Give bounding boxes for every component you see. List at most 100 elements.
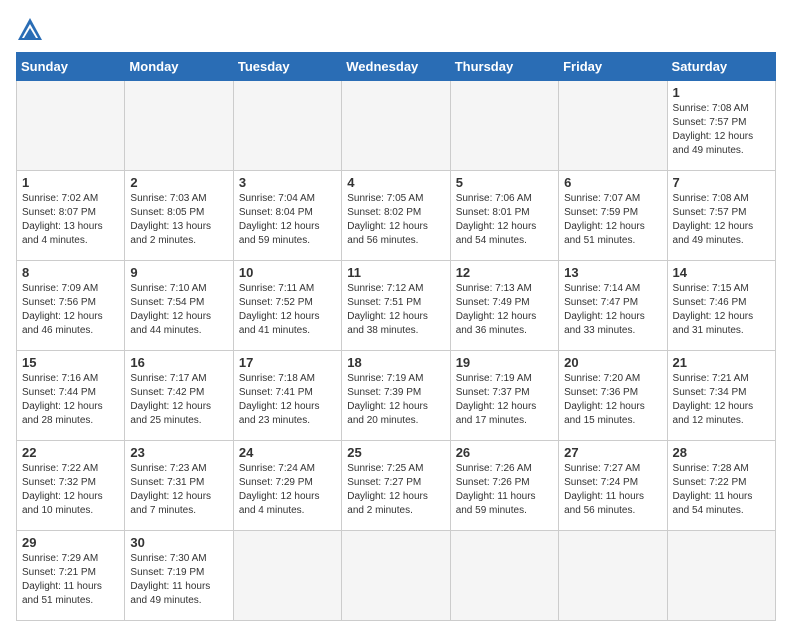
day-number: 5 bbox=[456, 175, 553, 190]
day-number: 27 bbox=[564, 445, 661, 460]
calendar-cell: 5 Sunrise: 7:06 AM Sunset: 8:01 PM Daylig… bbox=[450, 171, 558, 261]
calendar-cell bbox=[559, 81, 667, 171]
day-info: Sunrise: 7:13 AM Sunset: 7:49 PM Dayligh… bbox=[456, 282, 553, 338]
calendar-cell: 17Sunrise: 7:18 AM Sunset: 7:41 PM Dayli… bbox=[233, 351, 341, 441]
day-number: 14 bbox=[673, 265, 770, 280]
day-number: 12 bbox=[456, 265, 553, 280]
page-header bbox=[16, 16, 776, 44]
day-number: 7 bbox=[673, 175, 770, 190]
logo bbox=[16, 16, 48, 44]
calendar-cell: 25 Sunrise: 7:25 AM Sunset: 7:27 PM Dayli… bbox=[342, 441, 450, 531]
calendar-cell: 6 Sunrise: 7:07 AM Sunset: 7:59 PM Daylig… bbox=[559, 171, 667, 261]
calendar-cell: 11Sunrise: 7:12 AM Sunset: 7:51 PM Dayli… bbox=[342, 261, 450, 351]
day-info: Sunrise: 7:25 AM Sunset: 7:27 PM Dayligh… bbox=[347, 462, 444, 518]
day-info: Sunrise: 7:16 AM Sunset: 7:44 PM Dayligh… bbox=[22, 372, 119, 428]
day-info: Sunrise: 7:10 AM Sunset: 7:54 PM Dayligh… bbox=[130, 282, 227, 338]
calendar-week-row: 15 Sunrise: 7:16 AM Sunset: 7:44 PM Dayli… bbox=[17, 351, 776, 441]
column-header-wednesday: Wednesday bbox=[342, 53, 450, 81]
column-header-tuesday: Tuesday bbox=[233, 53, 341, 81]
day-info: Sunrise: 7:19 AM Sunset: 7:39 PM Dayligh… bbox=[347, 372, 444, 428]
calendar-cell: 10Sunrise: 7:11 AM Sunset: 7:52 PM Dayli… bbox=[233, 261, 341, 351]
calendar-cell bbox=[342, 81, 450, 171]
day-info: Sunrise: 7:08 AM Sunset: 7:57 PM Dayligh… bbox=[673, 102, 770, 158]
calendar-cell: 22 Sunrise: 7:22 AM Sunset: 7:32 PM Dayli… bbox=[17, 441, 125, 531]
calendar-cell: 8 Sunrise: 7:09 AM Sunset: 7:56 PM Daylig… bbox=[17, 261, 125, 351]
column-header-monday: Monday bbox=[125, 53, 233, 81]
day-number: 25 bbox=[347, 445, 444, 460]
day-info: Sunrise: 7:09 AM Sunset: 7:56 PM Dayligh… bbox=[22, 282, 119, 338]
day-info: Sunrise: 7:14 AM Sunset: 7:47 PM Dayligh… bbox=[564, 282, 661, 338]
day-number: 3 bbox=[239, 175, 336, 190]
calendar-cell: 26 Sunrise: 7:26 AM Sunset: 7:26 PM Dayli… bbox=[450, 441, 558, 531]
calendar-header-row: SundayMondayTuesdayWednesdayThursdayFrid… bbox=[17, 53, 776, 81]
day-info: Sunrise: 7:08 AM Sunset: 7:57 PM Dayligh… bbox=[673, 192, 770, 248]
day-info: Sunrise: 7:17 AM Sunset: 7:42 PM Dayligh… bbox=[130, 372, 227, 428]
day-info: Sunrise: 7:07 AM Sunset: 7:59 PM Dayligh… bbox=[564, 192, 661, 248]
calendar-cell: 21 Sunrise: 7:21 AM Sunset: 7:34 PM Dayli… bbox=[667, 351, 775, 441]
day-number: 10 bbox=[239, 265, 336, 280]
calendar-cell bbox=[559, 531, 667, 621]
day-info: Sunrise: 7:19 AM Sunset: 7:37 PM Dayligh… bbox=[456, 372, 553, 428]
calendar-cell: 1 Sunrise: 7:02 AM Sunset: 8:07 PM Daylig… bbox=[17, 171, 125, 261]
calendar-table: SundayMondayTuesdayWednesdayThursdayFrid… bbox=[16, 52, 776, 621]
day-number: 21 bbox=[673, 355, 770, 370]
column-header-friday: Friday bbox=[559, 53, 667, 81]
calendar-cell: 7 Sunrise: 7:08 AM Sunset: 7:57 PM Daylig… bbox=[667, 171, 775, 261]
day-number: 6 bbox=[564, 175, 661, 190]
day-info: Sunrise: 7:23 AM Sunset: 7:31 PM Dayligh… bbox=[130, 462, 227, 518]
calendar-week-row: 29Sunrise: 7:29 AM Sunset: 7:21 PM Dayli… bbox=[17, 531, 776, 621]
calendar-cell: 18 Sunrise: 7:19 AM Sunset: 7:39 PM Dayli… bbox=[342, 351, 450, 441]
day-number: 18 bbox=[347, 355, 444, 370]
day-number: 1 bbox=[22, 175, 119, 190]
calendar-cell: 27 Sunrise: 7:27 AM Sunset: 7:24 PM Dayli… bbox=[559, 441, 667, 531]
day-info: Sunrise: 7:27 AM Sunset: 7:24 PM Dayligh… bbox=[564, 462, 661, 518]
day-info: Sunrise: 7:20 AM Sunset: 7:36 PM Dayligh… bbox=[564, 372, 661, 428]
calendar-cell: 13 Sunrise: 7:14 AM Sunset: 7:47 PM Dayli… bbox=[559, 261, 667, 351]
day-number: 15 bbox=[22, 355, 119, 370]
day-number: 1 bbox=[673, 85, 770, 100]
calendar-cell: 2 Sunrise: 7:03 AM Sunset: 8:05 PM Daylig… bbox=[125, 171, 233, 261]
calendar-cell: 9 Sunrise: 7:10 AM Sunset: 7:54 PM Daylig… bbox=[125, 261, 233, 351]
calendar-cell: 29Sunrise: 7:29 AM Sunset: 7:21 PM Dayli… bbox=[17, 531, 125, 621]
day-number: 16 bbox=[130, 355, 227, 370]
day-info: Sunrise: 7:05 AM Sunset: 8:02 PM Dayligh… bbox=[347, 192, 444, 248]
calendar-cell: 24 Sunrise: 7:24 AM Sunset: 7:29 PM Dayli… bbox=[233, 441, 341, 531]
calendar-cell: 3 Sunrise: 7:04 AM Sunset: 8:04 PM Daylig… bbox=[233, 171, 341, 261]
day-info: Sunrise: 7:06 AM Sunset: 8:01 PM Dayligh… bbox=[456, 192, 553, 248]
calendar-week-row: 8 Sunrise: 7:09 AM Sunset: 7:56 PM Daylig… bbox=[17, 261, 776, 351]
column-header-saturday: Saturday bbox=[667, 53, 775, 81]
calendar-cell bbox=[233, 531, 341, 621]
logo-icon bbox=[16, 16, 44, 44]
day-info: Sunrise: 7:03 AM Sunset: 8:05 PM Dayligh… bbox=[130, 192, 227, 248]
day-number: 26 bbox=[456, 445, 553, 460]
day-info: Sunrise: 7:04 AM Sunset: 8:04 PM Dayligh… bbox=[239, 192, 336, 248]
day-number: 2 bbox=[130, 175, 227, 190]
day-number: 30 bbox=[130, 535, 227, 550]
day-number: 24 bbox=[239, 445, 336, 460]
day-info: Sunrise: 7:30 AM Sunset: 7:19 PM Dayligh… bbox=[130, 552, 227, 608]
day-info: Sunrise: 7:15 AM Sunset: 7:46 PM Dayligh… bbox=[673, 282, 770, 338]
day-number: 13 bbox=[564, 265, 661, 280]
day-info: Sunrise: 7:28 AM Sunset: 7:22 PM Dayligh… bbox=[673, 462, 770, 518]
calendar-cell: 4Sunrise: 7:05 AM Sunset: 8:02 PM Daylig… bbox=[342, 171, 450, 261]
day-info: Sunrise: 7:22 AM Sunset: 7:32 PM Dayligh… bbox=[22, 462, 119, 518]
calendar-cell bbox=[450, 81, 558, 171]
day-number: 8 bbox=[22, 265, 119, 280]
day-info: Sunrise: 7:02 AM Sunset: 8:07 PM Dayligh… bbox=[22, 192, 119, 248]
calendar-cell: 16 Sunrise: 7:17 AM Sunset: 7:42 PM Dayli… bbox=[125, 351, 233, 441]
column-header-thursday: Thursday bbox=[450, 53, 558, 81]
calendar-week-row: 1 Sunrise: 7:08 AM Sunset: 7:57 PM Daylig… bbox=[17, 81, 776, 171]
day-info: Sunrise: 7:18 AM Sunset: 7:41 PM Dayligh… bbox=[239, 372, 336, 428]
calendar-cell: 12 Sunrise: 7:13 AM Sunset: 7:49 PM Dayli… bbox=[450, 261, 558, 351]
day-info: Sunrise: 7:21 AM Sunset: 7:34 PM Dayligh… bbox=[673, 372, 770, 428]
calendar-cell bbox=[450, 531, 558, 621]
day-number: 9 bbox=[130, 265, 227, 280]
day-number: 29 bbox=[22, 535, 119, 550]
day-info: Sunrise: 7:26 AM Sunset: 7:26 PM Dayligh… bbox=[456, 462, 553, 518]
calendar-cell: 23Sunrise: 7:23 AM Sunset: 7:31 PM Dayli… bbox=[125, 441, 233, 531]
calendar-cell: 19Sunrise: 7:19 AM Sunset: 7:37 PM Dayli… bbox=[450, 351, 558, 441]
day-info: Sunrise: 7:24 AM Sunset: 7:29 PM Dayligh… bbox=[239, 462, 336, 518]
calendar-cell: 30 Sunrise: 7:30 AM Sunset: 7:19 PM Dayli… bbox=[125, 531, 233, 621]
day-number: 22 bbox=[22, 445, 119, 460]
calendar-cell: 1 Sunrise: 7:08 AM Sunset: 7:57 PM Daylig… bbox=[667, 81, 775, 171]
